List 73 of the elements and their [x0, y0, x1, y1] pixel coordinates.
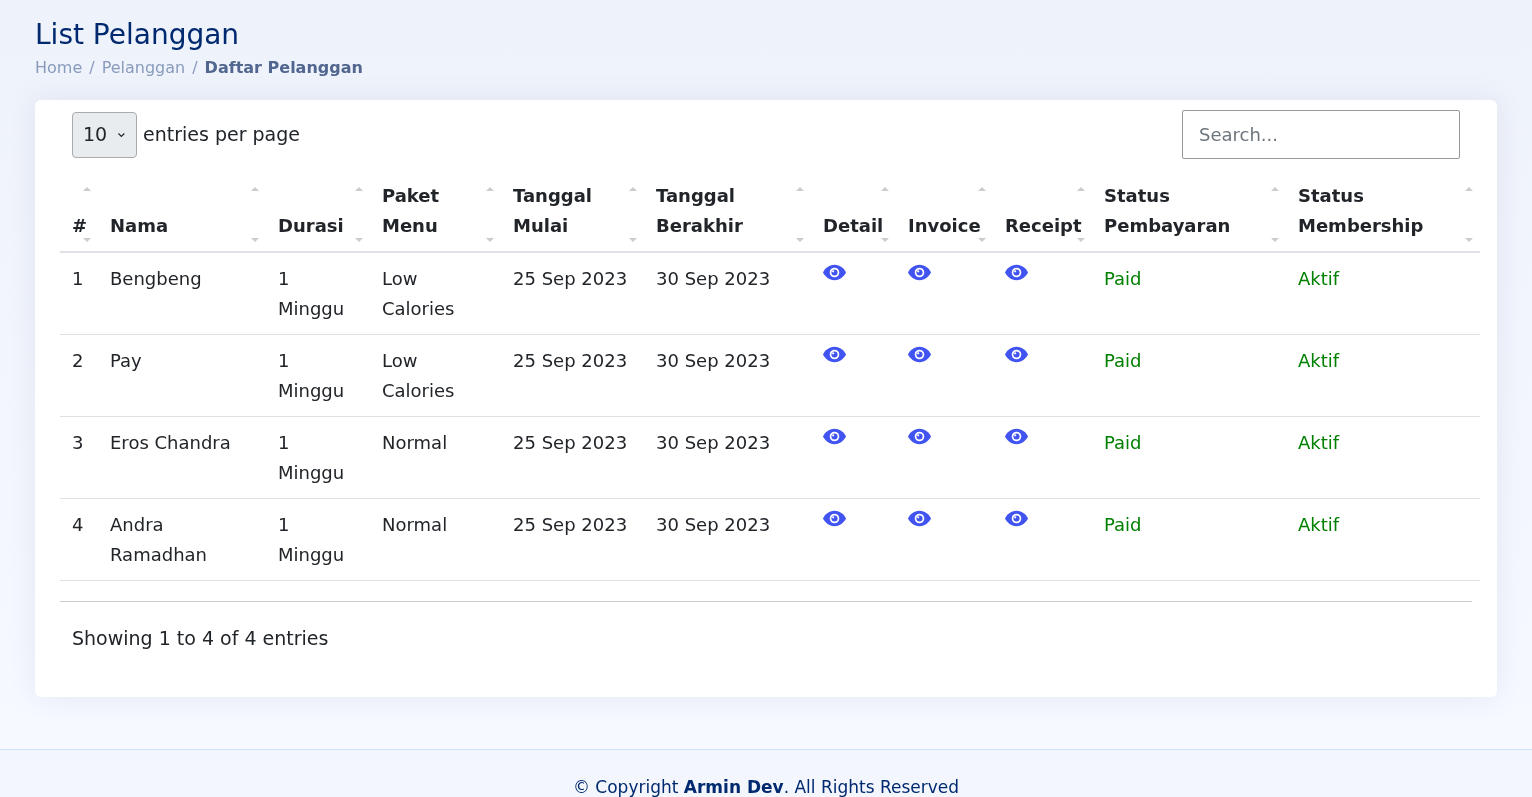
table-info: Showing 1 to 4 of 4 entries [72, 627, 329, 649]
table-cell: 3 [72, 432, 84, 453]
column-header[interactable]: Tanggal Berakhir [656, 181, 799, 241]
column-header[interactable]: # [72, 181, 86, 241]
eye-icon[interactable] [823, 346, 846, 363]
column-header[interactable]: Receipt [1005, 181, 1080, 241]
table-cell: Normal [382, 514, 448, 535]
sort-icon [795, 185, 805, 245]
status-text: Aktif [1298, 514, 1340, 535]
sort-icon [485, 185, 495, 245]
eye-icon[interactable] [823, 264, 846, 281]
table-cell: Normal [382, 432, 448, 453]
status-text: Aktif [1298, 350, 1340, 371]
table-cell: 30 Sep 2023 [656, 514, 771, 535]
page-size-label: entries per page [143, 122, 300, 148]
eye-icon[interactable] [1005, 428, 1028, 445]
status-text: Paid [1104, 514, 1142, 535]
eye-icon[interactable] [823, 428, 846, 445]
copyright-text: © Copyright Armin Dev. All Rights Reserved [572, 777, 960, 797]
column-header[interactable]: Invoice [908, 181, 981, 241]
table-cell: 1 [72, 268, 84, 289]
table-cell: 25 Sep 2023 [513, 350, 628, 371]
breadcrumb-separator: / [89, 57, 95, 79]
search-field[interactable]: Search... [1182, 110, 1460, 159]
sort-icon [880, 185, 890, 245]
eye-icon[interactable] [908, 264, 931, 281]
column-header[interactable]: Status Membership [1298, 181, 1468, 241]
column-header[interactable]: Tanggal Mulai [513, 181, 632, 241]
page-title: List Pelanggan [35, 18, 240, 52]
table-cell: 30 Sep 2023 [656, 432, 771, 453]
table-cell: 25 Sep 2023 [513, 432, 628, 453]
sort-icon [1270, 185, 1280, 245]
column-header[interactable]: Nama [110, 181, 254, 241]
table-cell: Andra Ramadhan [110, 514, 207, 565]
table-cell: Bengbeng [110, 268, 202, 289]
column-header[interactable]: Status Pembayaran [1104, 181, 1274, 241]
column-header[interactable]: Durasi [278, 181, 358, 241]
eye-icon[interactable] [908, 510, 931, 527]
table-cell: 30 Sep 2023 [656, 350, 771, 371]
page-size-select[interactable]: 10 [72, 111, 137, 158]
chevron-down-icon [117, 130, 126, 139]
eye-icon[interactable] [908, 428, 931, 445]
breadcrumb-current: Daftar Pelanggan [204, 57, 363, 79]
eye-icon[interactable] [823, 510, 846, 527]
table-cell: Pay [110, 350, 142, 371]
table-cell: Low Calories [382, 268, 455, 319]
table-cell: 30 Sep 2023 [656, 268, 771, 289]
table-cell: 25 Sep 2023 [513, 268, 628, 289]
table-cell: 1 Minggu [278, 514, 345, 565]
sort-icon [1464, 185, 1474, 245]
table-cell: Low Calories [382, 350, 455, 401]
eye-icon[interactable] [1005, 510, 1028, 527]
status-text: Aktif [1298, 268, 1340, 289]
column-header[interactable]: Detail [823, 181, 884, 241]
breadcrumb-separator: / [192, 57, 198, 79]
eye-icon[interactable] [1005, 346, 1028, 363]
sort-icon [250, 185, 260, 245]
table-cell: 25 Sep 2023 [513, 514, 628, 535]
status-text: Paid [1104, 432, 1142, 453]
column-header[interactable]: Paket Menu [382, 181, 489, 241]
table-cell: 2 [72, 350, 84, 371]
eye-icon[interactable] [908, 346, 931, 363]
table-cell: Eros Chandra [110, 432, 231, 453]
status-text: Aktif [1298, 432, 1340, 453]
table-cell: 4 [72, 514, 84, 535]
table-cell: 1 Minggu [278, 350, 345, 401]
sort-icon [628, 185, 638, 245]
sort-icon [354, 185, 364, 245]
status-text: Paid [1104, 350, 1142, 371]
table-cell: 1 Minggu [278, 268, 345, 319]
eye-icon[interactable] [1005, 264, 1028, 281]
status-text: Paid [1104, 268, 1142, 289]
table-cell: 1 Minggu [278, 432, 345, 483]
